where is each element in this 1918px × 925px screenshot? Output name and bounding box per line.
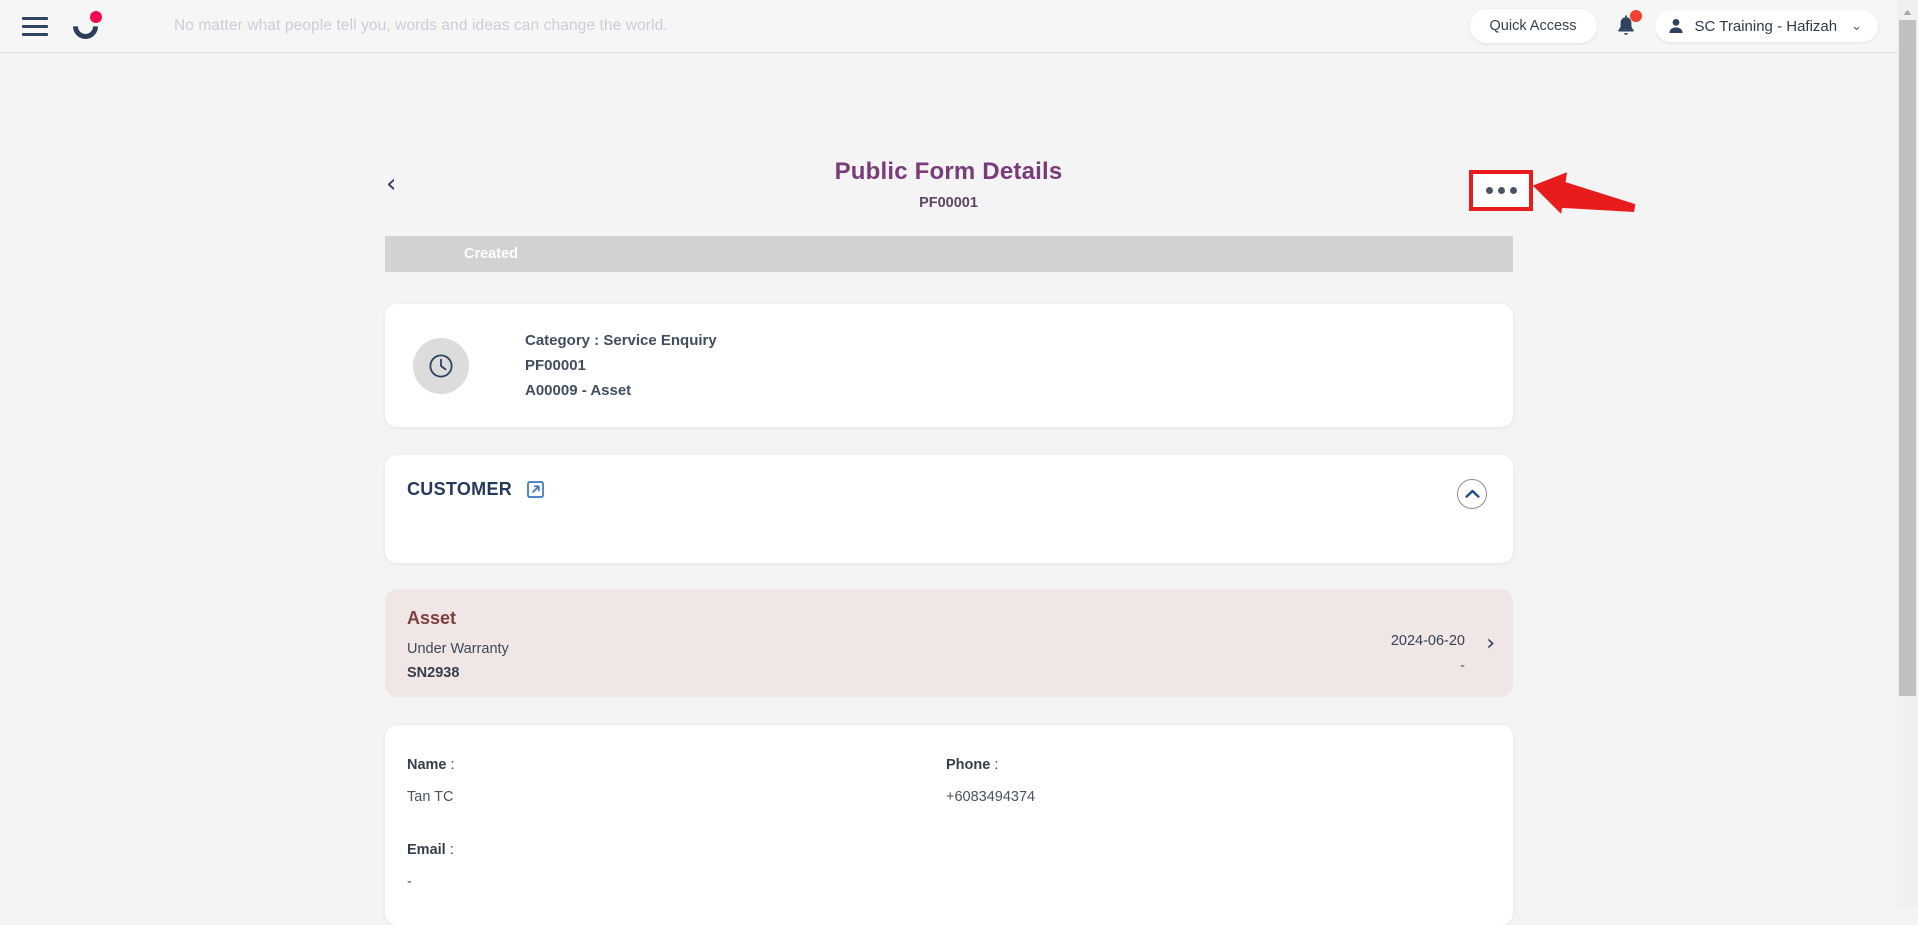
annotation-arrow-icon [1532, 172, 1636, 214]
hamburger-line [22, 16, 48, 20]
form-reference: PF00001 [525, 357, 586, 374]
dot [1485, 187, 1493, 194]
hamburger-menu-icon[interactable] [18, 9, 52, 43]
user-account-menu[interactable]: SC Training - Hafizah ⌄ [1654, 10, 1878, 42]
header-tagline: No matter what people tell you, words an… [174, 17, 668, 34]
field-name: Name : Tan TC [407, 757, 946, 812]
page-title: Public Form Details [834, 158, 1063, 185]
field-label: Phone : [946, 757, 999, 773]
scrollbar-thumb[interactable] [1899, 20, 1916, 696]
customer-section-title: CUSTOMER [407, 479, 513, 499]
clock-icon [429, 353, 453, 378]
brand-logo-icon[interactable] [67, 8, 104, 45]
field-label: Name : [407, 757, 455, 773]
category-summary-card: Category : Service Enquiry PF00001 A0000… [385, 304, 1513, 427]
customer-details-card: Name : Tan TC Phone : +6083494374 Email … [385, 725, 1513, 925]
asset-warranty-status: Under Warranty [407, 641, 509, 657]
field-phone: Phone : +6083494374 [946, 757, 1485, 812]
back-button[interactable]: ‹ [386, 171, 396, 197]
page-scrollbar[interactable] [1897, 0, 1918, 907]
category-text-group: Category : Service Enquiry PF00001 A0000… [525, 332, 717, 399]
dot [1497, 187, 1505, 194]
user-name-label: SC Training - Hafizah [1694, 17, 1838, 35]
notification-badge [1629, 10, 1642, 22]
asset-reference: A00009 - Asset [525, 382, 632, 399]
header-actions: Quick Access SC Training - Hafizah ⌄ [1469, 9, 1878, 43]
content-column: Created Category : Service Enquiry PF000… [385, 236, 1513, 925]
category-label: Category : Service Enquiry [525, 332, 717, 349]
quick-access-button[interactable]: Quick Access [1469, 9, 1597, 43]
external-link-icon[interactable] [526, 480, 545, 499]
more-dots-icon [1485, 187, 1517, 194]
asset-open-chevron-icon[interactable]: › [1486, 633, 1495, 655]
page-subtitle-reference: PF00001 [919, 195, 978, 211]
field-spacer [946, 842, 1485, 897]
logo-dot [90, 11, 102, 23]
more-options-button[interactable] [1469, 170, 1533, 211]
asset-card[interactable]: Asset Under Warranty SN2938 2024-06-20 -… [385, 589, 1513, 697]
asset-date: 2024-06-20 [1390, 633, 1465, 649]
notifications-button[interactable] [1611, 9, 1642, 43]
customer-header-row: CUSTOMER [407, 479, 1485, 500]
field-label: Email : [407, 842, 454, 858]
triangle-up-icon [1903, 9, 1912, 15]
scrollbar-up-arrow[interactable] [1897, 4, 1918, 20]
customer-section-card: CUSTOMER [385, 455, 1513, 563]
field-value: - [407, 874, 412, 890]
page-title-block: Public Form Details PF00001 [0, 158, 1897, 211]
clock-icon-wrapper [413, 337, 469, 394]
asset-secondary-value: - [1460, 658, 1465, 674]
person-icon [1668, 19, 1683, 33]
asset-card-title: Asset [407, 608, 457, 628]
page-header [0, 53, 1897, 141]
chevron-up-icon [1464, 489, 1480, 498]
status-badge: Created [385, 236, 1513, 272]
field-value: +6083494374 [946, 789, 1036, 805]
asset-serial-number: SN2938 [407, 665, 460, 681]
field-email: Email : - [407, 842, 946, 897]
asset-meta-group: 2024-06-20 - [1391, 633, 1465, 674]
dot [1509, 187, 1517, 194]
customer-collapse-toggle[interactable] [1457, 479, 1487, 509]
top-header-bar: No matter what people tell you, words an… [0, 0, 1918, 53]
hamburger-line [22, 24, 48, 28]
hamburger-line [22, 32, 48, 36]
page-container: ‹ Public Form Details PF00001 Created Ca [0, 53, 1897, 925]
field-value: Tan TC [407, 789, 454, 805]
chevron-down-icon: ⌄ [1851, 18, 1862, 33]
